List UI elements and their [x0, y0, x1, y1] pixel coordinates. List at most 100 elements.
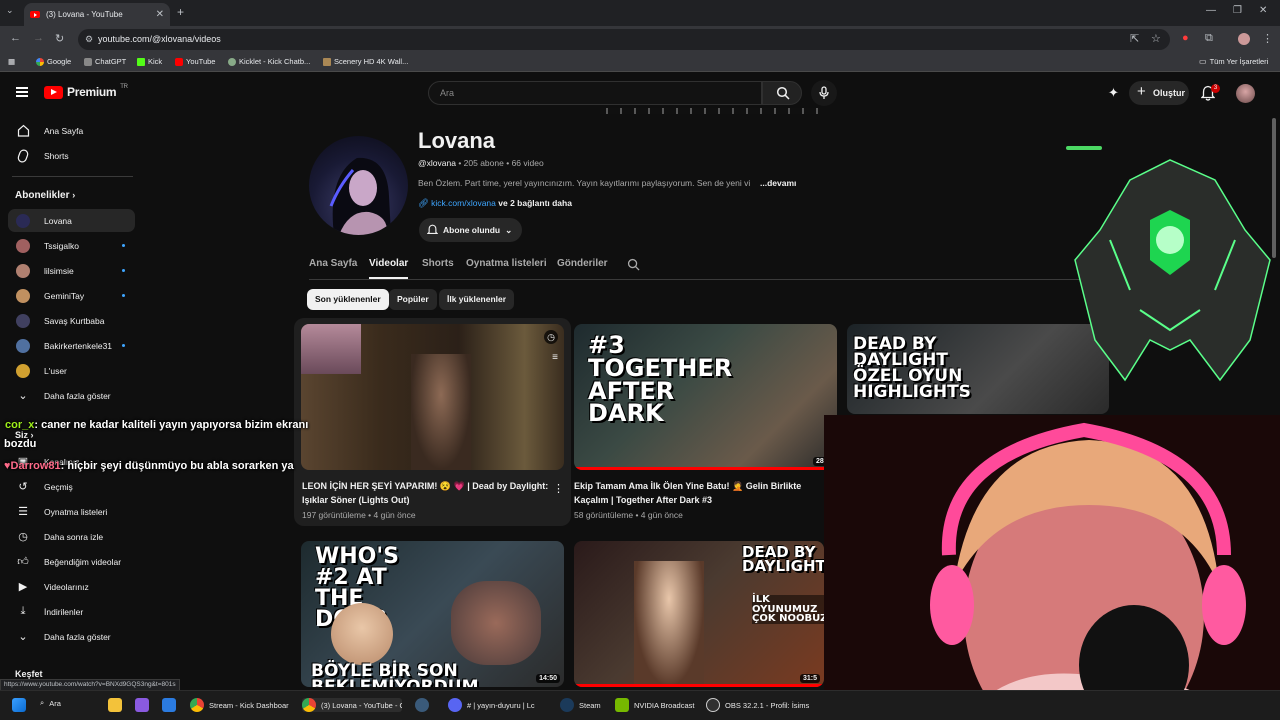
sidebar-subscription-lovana[interactable]: Lovana: [8, 209, 135, 232]
taskbar-item-youtube[interactable]: (3) Lovana - YouTube - G: [302, 698, 402, 712]
channel-description[interactable]: Ben Özlem. Part time, yerel yayıncınızım…: [418, 178, 798, 188]
tab-shorts[interactable]: Shorts: [422, 258, 454, 279]
bookmarks-bar: ▦ Google ChatGPT Kick YouTube Kicklet - …: [0, 53, 1280, 72]
sidebar-item-downloads[interactable]: ⤓ İndirilenler: [8, 600, 135, 623]
sidebar-item-watch-later[interactable]: ◷ Daha sonra izle: [8, 525, 135, 548]
chat-username: Darrow81: [10, 460, 61, 472]
maximize-icon[interactable]: ❐: [1233, 5, 1242, 16]
tab-search-icon[interactable]: ⌄: [6, 5, 14, 16]
account-avatar[interactable]: [1236, 84, 1255, 103]
windows-start-button[interactable]: [12, 698, 26, 712]
browser-menu-icon[interactable]: ⋮: [1262, 32, 1273, 45]
bookmark-chatgpt[interactable]: ChatGPT: [84, 57, 126, 66]
voice-search-button[interactable]: [811, 80, 837, 106]
chip-latest[interactable]: Son yüklenenler: [307, 289, 389, 310]
all-bookmarks[interactable]: ▭ Tüm Yer İşaretleri: [1199, 57, 1268, 66]
video-thumbnail[interactable]: DEAD BY DAYLIGHT İLK OYUNUMUZ ÇOK NOOBUZ…: [574, 541, 824, 687]
character-figure: [634, 561, 704, 687]
bookmark-scenery[interactable]: Scenery HD 4K Wall...: [323, 57, 408, 66]
reload-icon[interactable]: ↻: [55, 32, 64, 45]
forward-icon[interactable]: →: [33, 32, 44, 44]
video-thumbnail[interactable]: ◷ ≡: [301, 324, 564, 470]
close-tab-icon[interactable]: ✕: [156, 9, 164, 20]
sidebar-item-home[interactable]: Ana Sayfa: [8, 119, 135, 142]
sidebar-subscription-geminitay[interactable]: GeminiTay: [8, 284, 135, 307]
sidebar-show-more[interactable]: ⌄ Daha fazla göster: [8, 384, 135, 407]
webcam-streamer-image: [824, 415, 1280, 720]
chip-popular[interactable]: Popüler: [389, 289, 437, 310]
sidebar-subscription-lilsimsie[interactable]: lilsimsie: [8, 259, 135, 282]
apps-grid-icon[interactable]: ▦: [8, 57, 15, 66]
install-app-icon[interactable]: ⇱: [1130, 32, 1139, 45]
search-input[interactable]: Ara: [428, 81, 762, 105]
tab-playlists[interactable]: Oynatma listeleri: [466, 258, 547, 279]
more-links[interactable]: ve 2 bağlantı daha: [498, 198, 572, 208]
youtube-premium-logo[interactable]: Premium TR: [44, 84, 128, 99]
taskbar-item-obs[interactable]: OBS 32.2.1 - Profil: İsims: [706, 698, 811, 712]
bookmark-star-icon[interactable]: ☆: [1151, 32, 1161, 45]
channel-links[interactable]: 🔗︎ kick.com/xlovana ve 2 bağlantı daha: [418, 198, 572, 209]
chevron-right-icon: ›: [72, 190, 76, 200]
chatgpt-icon: [84, 57, 92, 66]
taskbar-app-button[interactable]: [415, 698, 429, 712]
taskbar-item-discord[interactable]: # | yayın-duyuru | Lc: [448, 698, 550, 712]
sidebar-subscription-savas-kurtbaba[interactable]: Savaş Kurtbaba: [8, 309, 135, 332]
watch-later-clock-icon[interactable]: ◷: [544, 330, 558, 344]
address-bar[interactable]: ⚙ youtube.com/@xlovana/videos: [78, 29, 1170, 50]
add-to-queue-icon[interactable]: ≡: [552, 352, 558, 363]
taskbar-item-nvidia-broadcast[interactable]: NVIDIA Broadcast: [615, 698, 699, 712]
channel-search-icon[interactable]: [627, 258, 640, 271]
bookmark-kick[interactable]: Kick: [137, 57, 162, 66]
minimize-icon[interactable]: —: [1206, 5, 1216, 16]
search-button[interactable]: [762, 81, 802, 105]
kick-link[interactable]: kick.com/xlovana: [431, 198, 496, 208]
sidebar-subscription-bakirkertenkele31[interactable]: Bakirkertenkele31: [8, 334, 135, 357]
new-tab-icon[interactable]: +: [177, 5, 184, 19]
create-button[interactable]: Oluştur: [1129, 80, 1189, 105]
channel-avatar: [16, 313, 30, 328]
subscriptions-heading[interactable]: Abonelikler ›: [15, 190, 75, 201]
extensions-icon[interactable]: ⧉: [1205, 32, 1213, 45]
video-thumbnail[interactable]: WHO'S #2 AT THE DOOR BÖYLE BİR SON BEKLE…: [301, 541, 564, 687]
sidebar-item-your-videos[interactable]: ▶ Videolarınız: [8, 575, 135, 598]
subscribed-button[interactable]: Abone olundu ⌄: [419, 218, 522, 242]
sidebar-subscription-luser[interactable]: L'user: [8, 359, 135, 382]
extension-record-icon[interactable]: ●: [1182, 32, 1189, 44]
sidebar-show-more-2[interactable]: ⌄ Daha fazla göster: [8, 625, 135, 648]
channel-banner: [600, 108, 820, 114]
zombie-face: [451, 581, 541, 665]
playlist-icon: ☰: [18, 506, 28, 518]
sidebar-item-shorts[interactable]: Shorts: [8, 144, 135, 167]
back-icon[interactable]: ←: [10, 32, 21, 44]
tab-posts[interactable]: Gönderiler: [557, 258, 608, 279]
profile-avatar-icon[interactable]: [1238, 33, 1250, 45]
file-explorer-button[interactable]: [108, 698, 122, 712]
taskbar-item-steam[interactable]: Steam: [560, 698, 608, 712]
taskbar-app-button[interactable]: [135, 698, 149, 712]
new-content-dot: [122, 244, 125, 247]
sidebar-item-liked-videos[interactable]: 👍︎ Beğendiğim videolar: [8, 550, 135, 573]
bookmark-youtube[interactable]: YouTube: [175, 57, 215, 66]
channel-avatar-large[interactable]: [309, 136, 408, 235]
tab-home[interactable]: Ana Sayfa: [309, 258, 357, 279]
sidebar-subscription-tssigalko[interactable]: Tssigalko: [8, 234, 135, 257]
description-more-link[interactable]: ...devamı: [758, 178, 797, 188]
game-controller-icon[interactable]: ✦: [1108, 85, 1119, 101]
bookmark-kicklet[interactable]: Kicklet - Kick Chatb...: [228, 57, 310, 66]
bookmark-google[interactable]: Google: [36, 57, 71, 66]
video-title[interactable]: LEON İÇİN HER ŞEYİ YAPARIM! 😵 💗 | Dead b…: [302, 479, 554, 507]
taskbar-item-kick-dashboard[interactable]: Stream - Kick Dashboar: [190, 698, 294, 712]
site-info-icon[interactable]: ⚙: [85, 29, 93, 50]
sidebar-item-playlists[interactable]: ☰ Oynatma listeleri: [8, 500, 135, 523]
window-close-icon[interactable]: ✕: [1259, 5, 1267, 16]
chip-oldest[interactable]: İlk yüklenenler: [439, 289, 515, 310]
video-menu-icon[interactable]: ⋮: [553, 482, 564, 495]
tab-videos[interactable]: Videolar: [369, 258, 409, 279]
sidebar-item-history[interactable]: ↺ Geçmiş: [8, 475, 135, 498]
video-thumbnail[interactable]: #3 TOGETHER AFTER DARK 28:2: [574, 324, 837, 470]
taskbar-search[interactable]: ⌕ Ara: [40, 698, 100, 708]
taskbar-app-button[interactable]: [162, 698, 176, 712]
hamburger-menu-icon[interactable]: [16, 87, 28, 97]
video-title[interactable]: Ekip Tamam Ama İlk Ölen Yine Batu! 🤦 Gel…: [574, 479, 826, 507]
browser-tab-youtube[interactable]: (3) Lovana - YouTube ✕: [24, 3, 170, 26]
